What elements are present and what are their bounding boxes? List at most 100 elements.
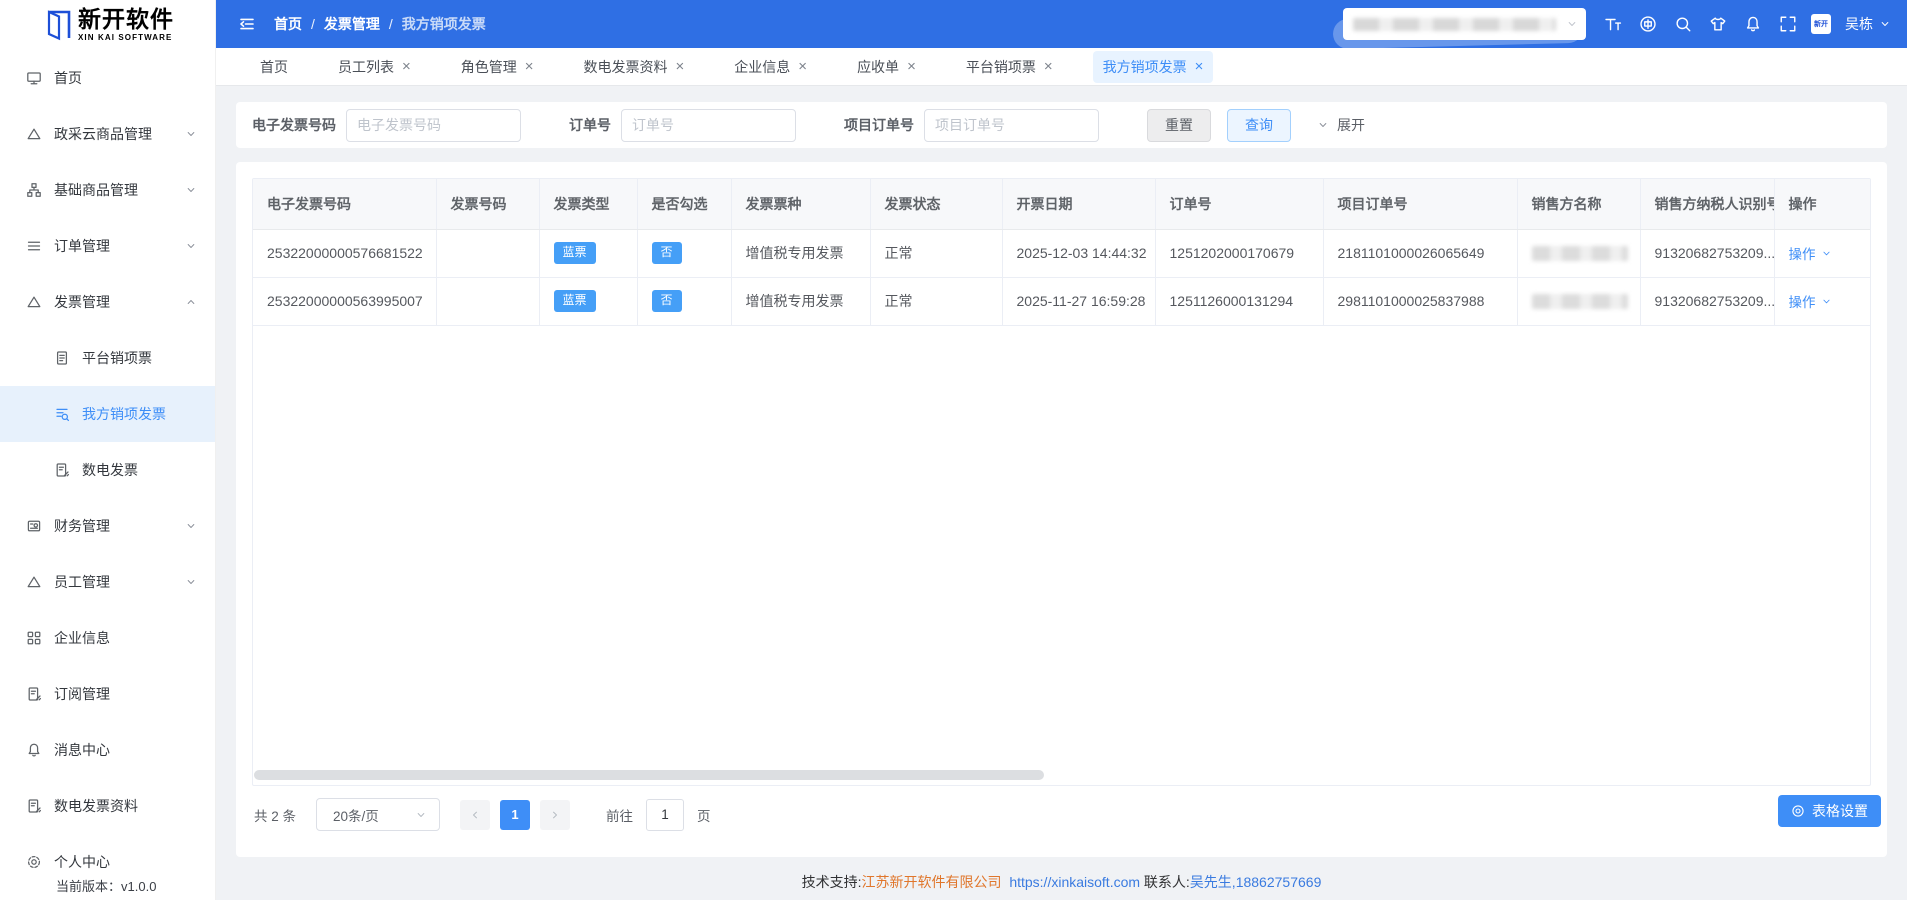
chevron-down-icon xyxy=(1821,296,1832,307)
query-button[interactable]: 查询 xyxy=(1227,108,1291,142)
tab-label: 首页 xyxy=(260,58,288,75)
invoice-icon xyxy=(26,294,42,310)
tab-platform-output-invoice[interactable]: 平台销项票 × xyxy=(956,51,1063,83)
page-size-select[interactable]: 20条/页 xyxy=(316,798,441,831)
total-count: 共 2 条 xyxy=(254,808,297,824)
cell-seller-tax-no: 91320682753209... xyxy=(1640,229,1775,278)
language-icon[interactable] xyxy=(1639,15,1657,33)
chevron-down-icon xyxy=(185,184,197,196)
breadcrumb: 首页 / 发票管理 / 我方销项发票 xyxy=(274,14,486,34)
org-icon xyxy=(26,182,42,198)
reset-button[interactable]: 重置 xyxy=(1147,108,1211,142)
order-no-input[interactable] xyxy=(621,108,796,142)
project-order-no-input[interactable] xyxy=(924,108,1099,142)
filter-group-invoice-no: 电子发票号码 xyxy=(252,108,521,142)
horizontal-scrollbar-thumb[interactable] xyxy=(254,770,1044,780)
doc-pen-icon xyxy=(26,798,42,814)
app-version: 当前版本：v1.0.0 xyxy=(56,876,156,895)
row-action-dropdown[interactable]: 操作 xyxy=(1789,291,1832,311)
sidebar-item-invoice-mgmt[interactable]: 发票管理 xyxy=(0,274,215,330)
finance-icon xyxy=(26,518,42,534)
theme-icon[interactable] xyxy=(1709,15,1727,33)
col-actions: 操作 xyxy=(1774,179,1870,230)
sidebar-item-label: 平台销项票 xyxy=(82,350,152,366)
breadcrumb-separator: / xyxy=(311,16,315,32)
next-page-button[interactable] xyxy=(540,799,571,830)
sidebar-item-company-info[interactable]: 企业信息 xyxy=(0,610,215,666)
close-icon[interactable]: × xyxy=(907,59,916,74)
col-seller-name: 销售方名称 xyxy=(1517,179,1641,230)
cell-order-no: 1251126000131294 xyxy=(1155,277,1324,326)
action-label: 操作 xyxy=(1788,247,1816,262)
sidebar-item-finance[interactable]: 财务管理 xyxy=(0,498,215,554)
close-icon[interactable]: × xyxy=(1195,59,1204,74)
table-settings-button[interactable]: 表格设置 xyxy=(1778,795,1881,827)
chevron-down-icon xyxy=(1879,18,1891,30)
search-icon[interactable] xyxy=(1674,15,1692,33)
cell-seller-tax-no: 91320682753209... xyxy=(1640,277,1775,326)
breadcrumb-item[interactable]: 首页 xyxy=(274,14,302,34)
breadcrumb-item[interactable]: 发票管理 xyxy=(324,14,380,34)
sidebar-item-home[interactable]: 首页 xyxy=(0,50,215,106)
sidebar-item-label: 消息中心 xyxy=(54,742,110,758)
goto-page-input[interactable] xyxy=(646,798,685,831)
cloud-products-icon xyxy=(26,126,42,142)
tab-our-output-invoice[interactable]: 我方销项发票 × xyxy=(1092,50,1214,83)
tab-receivables[interactable]: 应收单 × xyxy=(847,51,926,83)
sidebar-item-message-center[interactable]: 消息中心 xyxy=(0,722,215,778)
website-link[interactable]: https://xinkaisoft.com xyxy=(1009,874,1140,890)
table-row: 25322000000576681522 蓝票 否 增值税专用发票 正常 202… xyxy=(253,229,1870,278)
bell-icon xyxy=(26,742,42,758)
row-action-dropdown[interactable]: 操作 xyxy=(1789,243,1832,263)
col-kind: 发票票种 xyxy=(731,179,871,230)
sidebar-item-zhengcaiyun-products[interactable]: 政采云商品管理 xyxy=(0,106,215,162)
close-icon[interactable]: × xyxy=(1044,59,1053,74)
tab-company-info[interactable]: 企业信息 × xyxy=(724,51,817,83)
chevron-down-icon xyxy=(415,809,427,821)
close-icon[interactable]: × xyxy=(525,59,534,74)
font-size-icon[interactable] xyxy=(1604,15,1622,33)
sidebar-item-orders[interactable]: 订单管理 xyxy=(0,218,215,274)
expand-toggle[interactable]: 展开 xyxy=(1317,115,1365,135)
company-link[interactable]: 江苏新开软件有限公司 xyxy=(862,874,1002,890)
company-select[interactable] xyxy=(1332,8,1586,50)
logo-title: 新开软件 xyxy=(78,6,174,32)
breadcrumb-current: 我方销项发票 xyxy=(401,16,486,32)
sidebar-item-our-output-invoice[interactable]: 我方销项发票 xyxy=(0,386,215,442)
logo-subtitle: XIN KAI SOFTWARE xyxy=(78,33,173,42)
cell-actions: 操作 xyxy=(1774,277,1870,326)
fullscreen-icon[interactable] xyxy=(1779,15,1797,33)
col-order-no: 订单号 xyxy=(1155,179,1324,230)
sidebar-item-basic-products[interactable]: 基础商品管理 xyxy=(0,162,215,218)
sidebar-item-label: 数电发票 xyxy=(82,462,138,478)
fold-menu-icon[interactable] xyxy=(238,15,256,33)
sidebar-item-label: 首页 xyxy=(54,70,82,86)
chevron-left-icon xyxy=(469,809,481,821)
close-icon[interactable]: × xyxy=(676,59,685,74)
close-icon[interactable]: × xyxy=(402,59,411,74)
chevron-down-icon xyxy=(185,576,197,588)
tab-label: 角色管理 xyxy=(460,58,517,75)
tab-home[interactable]: 首页 xyxy=(250,51,298,83)
sidebar-item-subscription[interactable]: 订阅管理 xyxy=(0,666,215,722)
prev-page-button[interactable] xyxy=(460,799,491,830)
tab-role-mgmt[interactable]: 角色管理 × xyxy=(451,51,544,83)
invoice-no-input[interactable] xyxy=(346,108,521,142)
settings-circle-icon xyxy=(1791,804,1805,818)
cell-status: 正常 xyxy=(870,277,1003,326)
bell-icon[interactable] xyxy=(1744,15,1762,33)
sidebar-item-digital-invoice[interactable]: 数电发票 xyxy=(0,442,215,498)
tab-label: 应收单 xyxy=(857,58,900,75)
sidebar-item-digital-invoice-data[interactable]: 数电发票资料 xyxy=(0,778,215,834)
user-menu[interactable]: 新开 吴栋 xyxy=(1811,14,1891,34)
sidebar-item-platform-output-invoice[interactable]: 平台销项票 xyxy=(0,330,215,386)
contact-link[interactable]: 吴先生,18862757669 xyxy=(1190,874,1322,890)
staff-icon xyxy=(26,574,42,590)
app-logo: 新开软件 XIN KAI SOFTWARE xyxy=(0,0,215,50)
page-1-button[interactable]: 1 xyxy=(500,799,531,830)
tab-staff-list[interactable]: 员工列表 × xyxy=(328,51,421,83)
tab-digital-invoice-data[interactable]: 数电发票资料 × xyxy=(574,51,695,83)
close-icon[interactable]: × xyxy=(798,59,807,74)
sidebar-item-staff[interactable]: 员工管理 xyxy=(0,554,215,610)
monitor-icon xyxy=(26,70,42,86)
